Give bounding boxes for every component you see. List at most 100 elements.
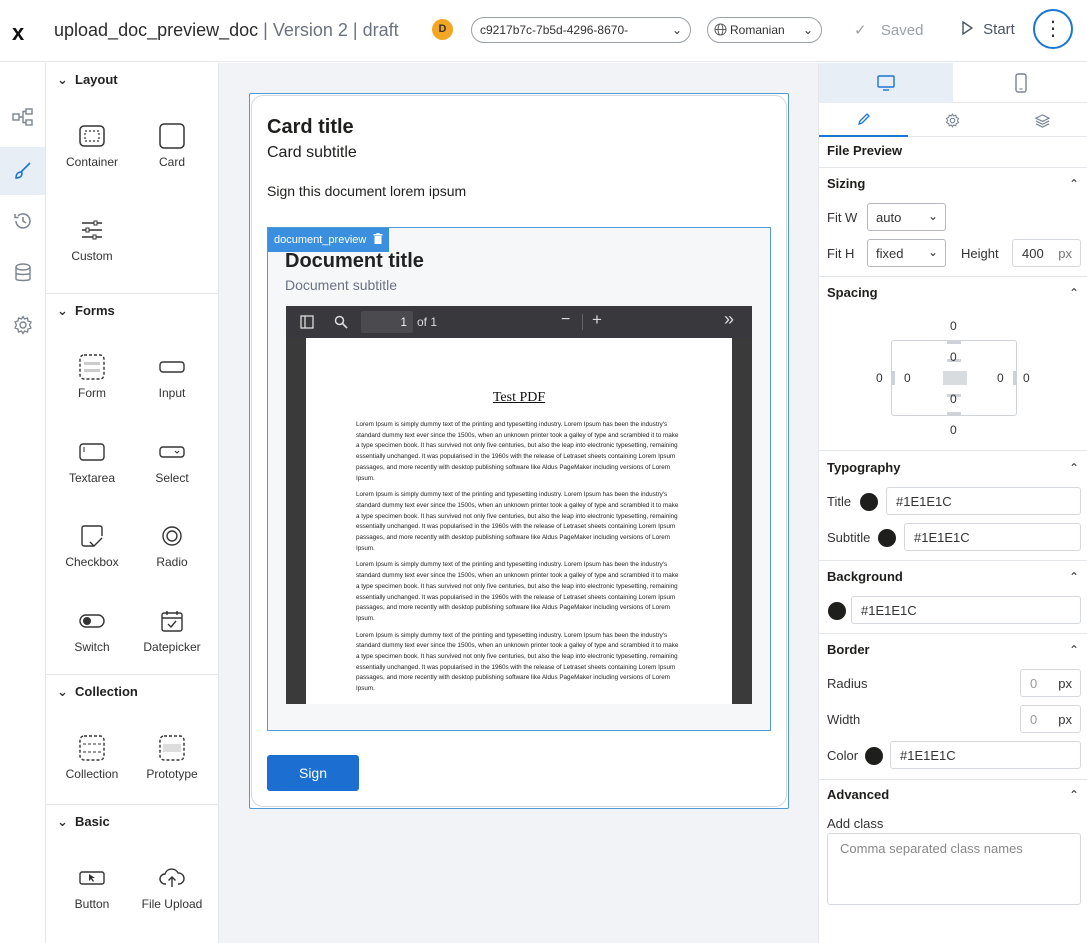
title-color-input[interactable]: #1E1E1C [886,487,1081,515]
gear-icon [13,315,32,335]
section-header[interactable]: ⌄ Forms [46,294,218,328]
background-color-input[interactable]: #1E1E1C [851,596,1081,624]
search-icon[interactable] [334,315,348,329]
zoom-in-button[interactable]: + [592,310,602,330]
document-preview-component[interactable]: document_preview Document title Document… [267,227,771,731]
fit-w-value: auto [876,210,902,225]
form-icon [79,354,105,380]
fit-w-select[interactable]: auto ⌄ [867,203,946,231]
radius-input[interactable]: 0 px [1020,669,1081,697]
more-tools-button[interactable]: » [724,309,734,330]
rail-structure[interactable] [0,95,45,139]
margin-top[interactable]: 0 [950,319,957,333]
section-header[interactable]: ⌄ Layout [46,63,218,97]
rail-settings[interactable] [0,303,45,347]
margin-bottom[interactable]: 0 [950,423,957,437]
chevron-up-icon[interactable]: ⌃ [1069,788,1079,802]
subtitle-color-input[interactable]: #1E1E1C [904,523,1081,551]
rail-history[interactable] [0,199,45,243]
textarea-icon [79,442,105,461]
pdf-viewer[interactable]: 1 of 1 − + » Test PDF Lorem Ipsum is sim… [286,306,752,704]
tab-settings[interactable] [908,103,997,137]
user-avatar[interactable]: D [432,19,453,40]
tab-desktop[interactable] [819,63,953,103]
card-title[interactable]: Card title [267,116,354,139]
id-select[interactable]: c9217b7c-7b5d-4296-8670- ⌄ [471,17,691,43]
palette-item-input[interactable]: Input [132,332,212,416]
class-names-textarea[interactable]: Comma separated class names [827,833,1081,905]
card-icon [159,123,185,149]
padding-bottom[interactable]: 0 [950,392,957,406]
tab-layers[interactable] [997,103,1087,137]
trash-icon[interactable] [373,233,383,244]
height-label: Height [961,246,999,261]
card-component[interactable]: Card title Card subtitle Sign this docum… [249,93,789,809]
more-menu-button[interactable]: ⋮ [1033,9,1073,49]
palette-item-button[interactable]: Button [52,843,132,927]
palette-item-prototype[interactable]: Prototype [132,713,212,797]
palette-item-container[interactable]: Container [52,101,132,185]
subtitle-color-swatch[interactable] [878,529,896,547]
palette-item-file-upload[interactable]: File Upload [132,843,212,927]
palette-item-form[interactable]: Form [52,332,132,416]
padding-left[interactable]: 0 [904,371,911,385]
kebab-icon: ⋮ [1043,18,1063,40]
sliders-icon [82,220,102,240]
palette-item-checkbox[interactable]: Checkbox [52,501,132,585]
chevron-up-icon[interactable]: ⌃ [1069,570,1079,584]
palette-item-select[interactable]: Select [132,417,212,501]
section-background-title: Background [827,569,903,584]
item-label: Container [65,155,119,169]
rail-design[interactable] [0,147,45,195]
item-label: Datepicker [143,639,201,654]
width-input[interactable]: 0 px [1020,705,1081,733]
chevron-up-icon[interactable]: ⌃ [1069,286,1079,300]
palette-item-custom[interactable]: Custom [52,195,132,279]
chevron-up-icon[interactable]: ⌃ [1069,177,1079,191]
title-color-swatch[interactable] [860,493,878,511]
palette-item-card[interactable]: Card [132,101,212,185]
card-text[interactable]: Sign this document lorem ipsum [267,183,466,199]
palette-item-datepicker[interactable]: Datepicker [132,586,212,670]
property-tabs [819,103,1087,137]
chevron-up-icon[interactable]: ⌃ [1069,643,1079,657]
collection-icon [79,735,105,761]
rail-data[interactable] [0,251,45,295]
margin-right[interactable]: 0 [1023,371,1030,385]
language-select[interactable]: Romanian ⌄ [707,17,822,43]
tab-style[interactable] [819,103,908,137]
background-color-swatch[interactable] [828,602,846,620]
editor-canvas[interactable]: Card title Card subtitle Sign this docum… [219,63,818,943]
section-header[interactable]: ⌄ Basic [46,805,218,839]
fit-h-select[interactable]: fixed ⌄ [867,239,946,267]
sign-button[interactable]: Sign [267,755,359,791]
desktop-icon [877,75,895,91]
app-logo[interactable]: x [12,20,24,46]
item-label: Select [155,470,189,485]
border-color-swatch[interactable] [865,747,883,765]
width-label: Width [827,712,861,727]
zoom-out-button[interactable]: − [561,311,570,329]
section-header[interactable]: ⌄ Collection [46,675,218,709]
palette-item-textarea[interactable]: Textarea [52,417,132,501]
button-icon [79,871,105,885]
margin-left[interactable]: 0 [876,371,883,385]
border-color-input[interactable]: #1E1E1C [890,741,1081,769]
page-number-input[interactable]: 1 [361,311,413,333]
padding-top[interactable]: 0 [950,350,957,364]
padding-right[interactable]: 0 [997,371,1004,385]
chevron-up-icon[interactable]: ⌃ [1069,461,1079,475]
play-icon [962,20,974,36]
palette-item-collection[interactable]: Collection [52,713,132,797]
card-subtitle[interactable]: Card subtitle [267,144,357,162]
radius-value: 0 [1030,676,1038,691]
height-input[interactable]: 400 px [1012,239,1081,267]
container-icon [79,125,105,147]
component-tag[interactable]: document_preview [268,228,390,252]
tab-mobile[interactable] [953,63,1087,103]
palette-item-radio[interactable]: Radio [132,501,212,585]
palette-item-switch[interactable]: Switch [52,586,132,670]
sidebar-toggle-icon[interactable] [300,315,314,329]
start-button[interactable]: Start [962,20,1015,38]
item-label: Input [158,386,186,400]
